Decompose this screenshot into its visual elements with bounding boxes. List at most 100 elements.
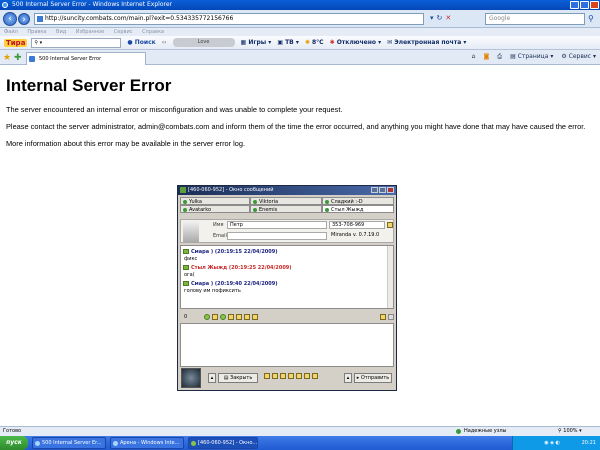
miranda-icon xyxy=(180,187,186,193)
format-icon[interactable] xyxy=(252,313,258,320)
toolbar-tv[interactable]: ▣ ТВ ▾ xyxy=(277,39,299,46)
close-tab-icon[interactable] xyxy=(388,313,394,320)
taskbar-item-label: Арена - Windows Inte... xyxy=(120,440,180,446)
menu-help[interactable]: Справка xyxy=(142,29,164,35)
status-dot-icon xyxy=(183,208,187,212)
search-icon[interactable]: ⚲ xyxy=(588,14,594,23)
color-icon[interactable] xyxy=(244,313,250,320)
close-button[interactable]: ▤ Закрыть xyxy=(218,373,258,383)
page-menu[interactable]: ▤ Страница ▾ xyxy=(510,53,553,61)
message-input[interactable] xyxy=(180,323,394,367)
email-field[interactable] xyxy=(227,232,327,240)
tools-menu[interactable]: ⚙ Сервис ▾ xyxy=(561,53,596,61)
emoticon-icon[interactable] xyxy=(220,313,226,320)
print-icon[interactable]: ⎙ xyxy=(497,53,502,61)
smiley-icon[interactable] xyxy=(204,313,210,320)
toolbar-logo[interactable]: Тира xyxy=(4,38,28,47)
quick-button-icon[interactable] xyxy=(296,373,302,379)
close-icon[interactable] xyxy=(590,1,599,9)
quick-button-icon[interactable] xyxy=(280,373,286,379)
email-label: Email xyxy=(213,233,227,239)
toolbar-weather[interactable]: ✺ 8°C xyxy=(305,39,324,46)
toolbar-search-button[interactable]: ● Поиск xyxy=(127,39,155,46)
tab-label: 500 Internal Server Error xyxy=(39,56,102,62)
bold-icon[interactable] xyxy=(212,313,218,320)
quick-button-icon[interactable] xyxy=(272,373,278,379)
status-dot-icon xyxy=(183,200,187,204)
tray-icons[interactable]: ◉ ◈ ◐ xyxy=(544,440,560,446)
toolbar-email[interactable]: ✉ Электронная почта ▾ xyxy=(387,39,466,46)
add-favorite-icon[interactable]: ✚ xyxy=(14,53,22,63)
taskbar-item-miranda[interactable]: [460-060-952] - Окно... xyxy=(188,437,258,449)
menu-edit[interactable]: Правка xyxy=(27,29,46,35)
menu-file[interactable]: Файл xyxy=(4,29,18,35)
forward-button[interactable]: › xyxy=(18,13,30,25)
tab-avatarko[interactable]: Avatarko xyxy=(180,205,250,213)
message-text: ога( xyxy=(184,272,195,278)
quick-button-icon[interactable] xyxy=(312,373,318,379)
tab-row: ★ ✚ 500 Internal Server Error ⌂ ◙ ⎙ ▤ Ст… xyxy=(0,50,600,65)
menu-view[interactable]: Вид xyxy=(56,29,66,35)
miranda-message-window: [460-060-952] - Окно сообщений Yulka Vik… xyxy=(177,185,397,391)
radio-player[interactable]: Love xyxy=(172,38,235,47)
favorites-star-icon[interactable]: ★ xyxy=(3,53,11,63)
minimize-icon[interactable] xyxy=(570,1,579,9)
tab-styl-zhyzhd[interactable]: Стыл Жыжд xyxy=(322,205,394,213)
miranda-contact-tabs: Yulka Viktoria Сладкий :-D Avatarko Enem… xyxy=(180,197,394,219)
tab-active[interactable]: 500 Internal Server Error xyxy=(26,52,146,65)
toolbar-games[interactable]: ▦ Игры ▾ xyxy=(241,39,272,46)
command-bar: ⌂ ◙ ⎙ ▤ Страница ▾ ⚙ Сервис ▾ xyxy=(472,53,596,61)
maximize-icon[interactable] xyxy=(580,1,589,9)
windows-taskbar: пуск 500 Internal Server Er... Арена - W… xyxy=(0,436,600,450)
uin-field[interactable]: 353-708-969 xyxy=(329,221,385,229)
history-scrollbar[interactable] xyxy=(387,246,393,308)
security-zone[interactable]: Надежные узлы xyxy=(456,427,507,436)
menu-tools[interactable]: Сервис xyxy=(114,29,133,35)
page-menu-label: Страница xyxy=(517,53,549,60)
toolbar-status[interactable]: ✱ Отключено ▾ xyxy=(330,39,382,46)
zoom-level[interactable]: ⚲ 100% ▾ xyxy=(558,427,582,436)
start-button[interactable]: пуск xyxy=(0,436,28,450)
quick-button-icon[interactable] xyxy=(288,373,294,379)
miranda-maximize-icon[interactable] xyxy=(379,187,386,193)
menu-favorites[interactable]: Избранное xyxy=(76,29,104,35)
tab-enemis[interactable]: Enemis xyxy=(250,205,322,213)
send-button[interactable]: ▸ Отправить xyxy=(354,373,392,383)
toolbar-volume-icon[interactable]: ‹› xyxy=(162,39,167,46)
feeds-icon[interactable]: ◙ xyxy=(483,53,489,61)
tab-viktoria[interactable]: Viktoria xyxy=(250,197,322,205)
miranda-minimize-icon[interactable] xyxy=(371,187,378,193)
history-icon[interactable] xyxy=(380,313,386,320)
name-field[interactable]: Петр xyxy=(227,221,327,229)
italic-icon[interactable] xyxy=(228,313,234,320)
taskbar-item-arena[interactable]: Арена - Windows Inte... xyxy=(110,437,184,449)
address-actions: ▾ ↻ ✕ xyxy=(430,14,451,22)
refresh-icon[interactable]: ↻ xyxy=(437,14,443,22)
url-input[interactable]: http://suncity.combats.com/main.pl?exit=… xyxy=(34,13,424,25)
dropdown-icon[interactable]: ▾ xyxy=(430,14,434,22)
message-history[interactable]: Смара ) (20:19:15 22/04/2009) фикс Стыл … xyxy=(180,245,394,309)
menu-arrow-button[interactable]: ▴ xyxy=(208,373,216,383)
toolbar-search-input[interactable]: ⚲ ▾ xyxy=(31,37,122,48)
underline-icon[interactable] xyxy=(236,313,242,320)
quick-button-icon[interactable] xyxy=(264,373,270,379)
toolbar-games-label: Игры xyxy=(248,39,267,46)
tab-sladkiy[interactable]: Сладкий :-D xyxy=(322,197,394,205)
stop-icon[interactable]: ✕ xyxy=(445,14,451,22)
system-tray: ◉ ◈ ◐ 20:21 xyxy=(512,436,600,450)
taskbar-item-ie-error[interactable]: 500 Internal Server Er... xyxy=(32,437,106,449)
home-icon[interactable]: ⌂ xyxy=(472,53,476,61)
search-input[interactable]: Google xyxy=(485,13,585,25)
status-dot-icon xyxy=(325,208,329,212)
window-controls xyxy=(570,1,599,9)
miranda-close-icon[interactable] xyxy=(387,187,394,193)
send-menu-arrow-button[interactable]: ▴ xyxy=(344,373,352,383)
addon-toolbar: Тира ⚲ ▾ ● Поиск ‹› Love ▦ Игры ▾ ▣ ТВ ▾… xyxy=(0,36,600,50)
quick-button-icon[interactable] xyxy=(304,373,310,379)
miranda-title: [460-060-952] - Окно сообщений xyxy=(188,187,274,193)
window-title: 500 Internal Server Error - Windows Inte… xyxy=(12,1,172,8)
back-button[interactable]: ‹ xyxy=(3,12,17,26)
tab-yulka[interactable]: Yulka xyxy=(180,197,250,205)
user-details-icon[interactable] xyxy=(387,222,393,228)
toolbar-email-label: Электронная почта xyxy=(394,39,462,46)
